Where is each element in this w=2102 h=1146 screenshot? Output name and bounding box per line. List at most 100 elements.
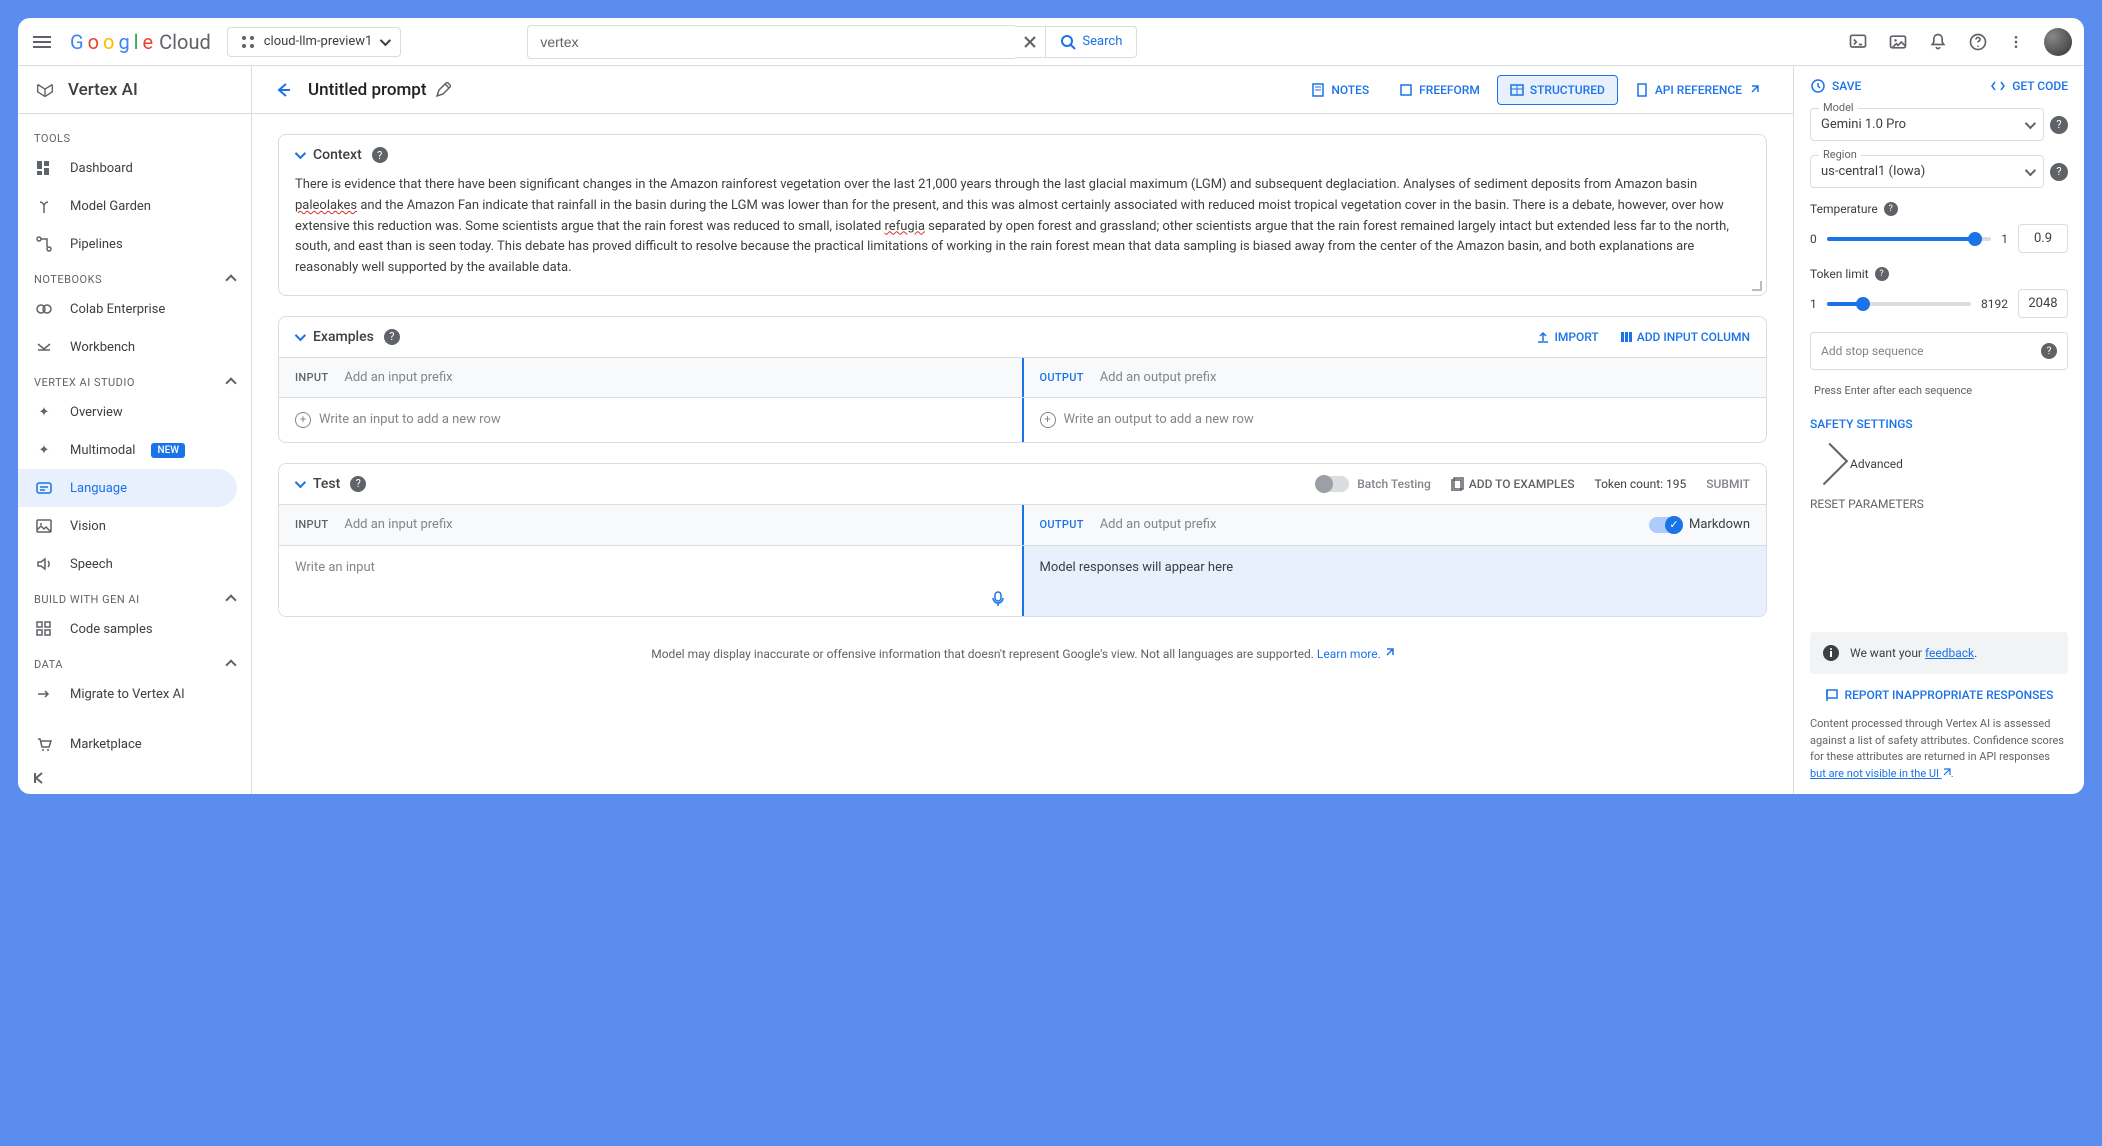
test-panel: Test ? Batch Testing ADD TO EXAMPLES Tok… [278,463,1767,617]
output-prefix-field[interactable]: Add an output prefix [1100,517,1217,532]
project-name: cloud-llm-preview1 [264,34,373,49]
markdown-toggle[interactable]: ✓ Markdown [1649,517,1750,533]
search-button[interactable]: Search [1045,26,1137,58]
test-input-cell[interactable]: Write an input [279,546,1022,616]
safety-link[interactable]: but are not visible in the UI [1810,767,1951,780]
feedback-link[interactable]: feedback [1925,646,1974,660]
sidebar-item-marketplace[interactable]: Marketplace [18,725,251,763]
context-textarea[interactable]: There is evidence that there have been s… [279,175,1766,295]
sidebar-item-vision[interactable]: Vision [18,507,251,545]
section-notebooks[interactable]: NOTEBOOKS [18,263,251,290]
chevron-down-icon[interactable] [295,477,306,488]
sidebar-item-dashboard[interactable]: Dashboard [18,149,251,187]
temperature-value[interactable]: 0.9 [2018,224,2068,253]
column-icon [1619,330,1633,344]
tab-structured[interactable]: STRUCTURED [1497,75,1618,105]
import-button[interactable]: IMPORT [1536,330,1598,344]
examples-output-cell[interactable]: +Write an output to add a new row [1022,398,1767,442]
image-icon[interactable] [1888,32,1908,52]
topbar: Google Cloud cloud-llm-preview1 Search [18,18,2084,66]
sidebar-item-workbench[interactable]: Workbench [18,328,251,366]
sidebar-item-pipelines[interactable]: Pipelines [18,225,251,263]
add-icon [1451,477,1465,491]
avatar[interactable] [2044,28,2072,56]
output-prefix-field[interactable]: Add an output prefix [1100,370,1217,385]
clear-search-icon[interactable] [1015,26,1045,58]
sparkle-icon: ✦ [34,402,54,422]
safety-settings-button[interactable]: SAFETY SETTINGS [1810,411,2068,437]
sidebar-item-code-samples[interactable]: Code samples [18,610,251,648]
console-icon[interactable] [1848,32,1868,52]
sidebar-item-overview[interactable]: ✦Overview [18,393,251,431]
right-panel: SAVE GET CODE Model Gemini 1.0 Pro ? Reg… [1794,66,2084,794]
save-button[interactable]: SAVE [1810,78,1861,94]
add-to-examples-button[interactable]: ADD TO EXAMPLES [1451,477,1575,491]
collapse-sidebar-icon[interactable] [32,770,48,786]
sidebar-item-migrate[interactable]: Migrate to Vertex AI [18,675,251,713]
structured-icon [1510,83,1524,97]
tab-api-reference[interactable]: API REFERENCE [1622,75,1773,105]
tab-notes[interactable]: NOTES [1298,75,1382,105]
colab-icon [34,299,54,319]
sidebar-item-model-garden[interactable]: Model Garden [18,187,251,225]
project-picker[interactable]: cloud-llm-preview1 [227,27,402,57]
region-select[interactable]: Region us-central1 (Iowa) [1810,155,2044,188]
chevron-down-icon[interactable] [295,330,306,341]
test-output-cell: Model responses will appear here [1022,546,1767,616]
edit-icon[interactable] [435,82,451,98]
help-icon[interactable]: ? [2050,116,2068,134]
help-icon[interactable] [1968,32,1988,52]
help-icon[interactable]: ? [384,329,400,345]
help-icon[interactable]: ? [1884,202,1898,216]
help-icon[interactable]: ? [1875,267,1889,281]
add-input-column-button[interactable]: ADD INPUT COLUMN [1619,330,1750,344]
learn-more-link[interactable]: Learn more. [1317,647,1394,661]
section-data[interactable]: DATA [18,648,251,675]
help-icon[interactable]: ? [350,476,366,492]
examples-input-header: INPUTAdd an input prefix [279,358,1022,397]
bell-icon[interactable] [1928,32,1948,52]
back-button[interactable] [272,80,292,100]
submit-button[interactable]: SUBMIT [1706,477,1750,491]
sidebar-item-colab[interactable]: Colab Enterprise [18,290,251,328]
sidebar-item-language[interactable]: Language [18,469,237,507]
token-limit-slider[interactable] [1827,302,1971,306]
image-icon [34,516,54,536]
batch-testing-toggle[interactable]: Batch Testing [1317,476,1431,492]
language-icon [34,478,54,498]
resize-handle[interactable] [1752,281,1762,291]
pipeline-icon [34,234,54,254]
get-code-button[interactable]: GET CODE [1990,78,2068,94]
model-select[interactable]: Model Gemini 1.0 Pro [1810,108,2044,141]
cart-icon [34,734,54,754]
search-input[interactable] [527,25,1015,59]
report-button[interactable]: REPORT INAPPROPRIATE RESPONSES [1810,688,2068,702]
google-cloud-logo[interactable]: Google Cloud [70,30,211,54]
input-prefix-field[interactable]: Add an input prefix [344,370,452,385]
sidebar-header[interactable]: Vertex AI [18,66,251,114]
more-icon[interactable] [2008,32,2024,52]
examples-panel: Examples ? IMPORT ADD INPUT COLUMN INPUT… [278,316,1767,443]
menu-icon[interactable] [30,30,54,54]
chevron-down-icon[interactable] [295,148,306,159]
sidebar-item-speech[interactable]: Speech [18,545,251,583]
chevron-right-icon [1806,443,1848,485]
section-studio[interactable]: VERTEX AI STUDIO [18,366,251,393]
tab-freeform[interactable]: FREEFORM [1386,75,1493,105]
token-limit-value[interactable]: 2048 [2018,289,2068,318]
sidebar-item-multimodal[interactable]: ✦MultimodalNEW [18,431,251,469]
temperature-slider[interactable] [1827,237,1992,241]
examples-input-cell[interactable]: +Write an input to add a new row [279,398,1022,442]
chevron-down-icon [2025,164,2036,175]
help-icon[interactable]: ? [372,147,388,163]
safety-note: Content processed through Vertex AI is a… [1810,716,2068,782]
sidebar: Vertex AI TOOLS Dashboard Model Garden P… [18,66,252,794]
stop-sequence-input[interactable]: Add stop sequence ? [1810,332,2068,370]
input-prefix-field[interactable]: Add an input prefix [344,517,452,532]
help-icon[interactable]: ? [2050,163,2068,181]
plant-icon [34,196,54,216]
reset-parameters-button[interactable]: RESET PARAMETERS [1810,491,2068,517]
mic-icon[interactable] [990,590,1006,606]
advanced-toggle[interactable]: Advanced [1810,451,2068,477]
section-build[interactable]: BUILD WITH GEN AI [18,583,251,610]
